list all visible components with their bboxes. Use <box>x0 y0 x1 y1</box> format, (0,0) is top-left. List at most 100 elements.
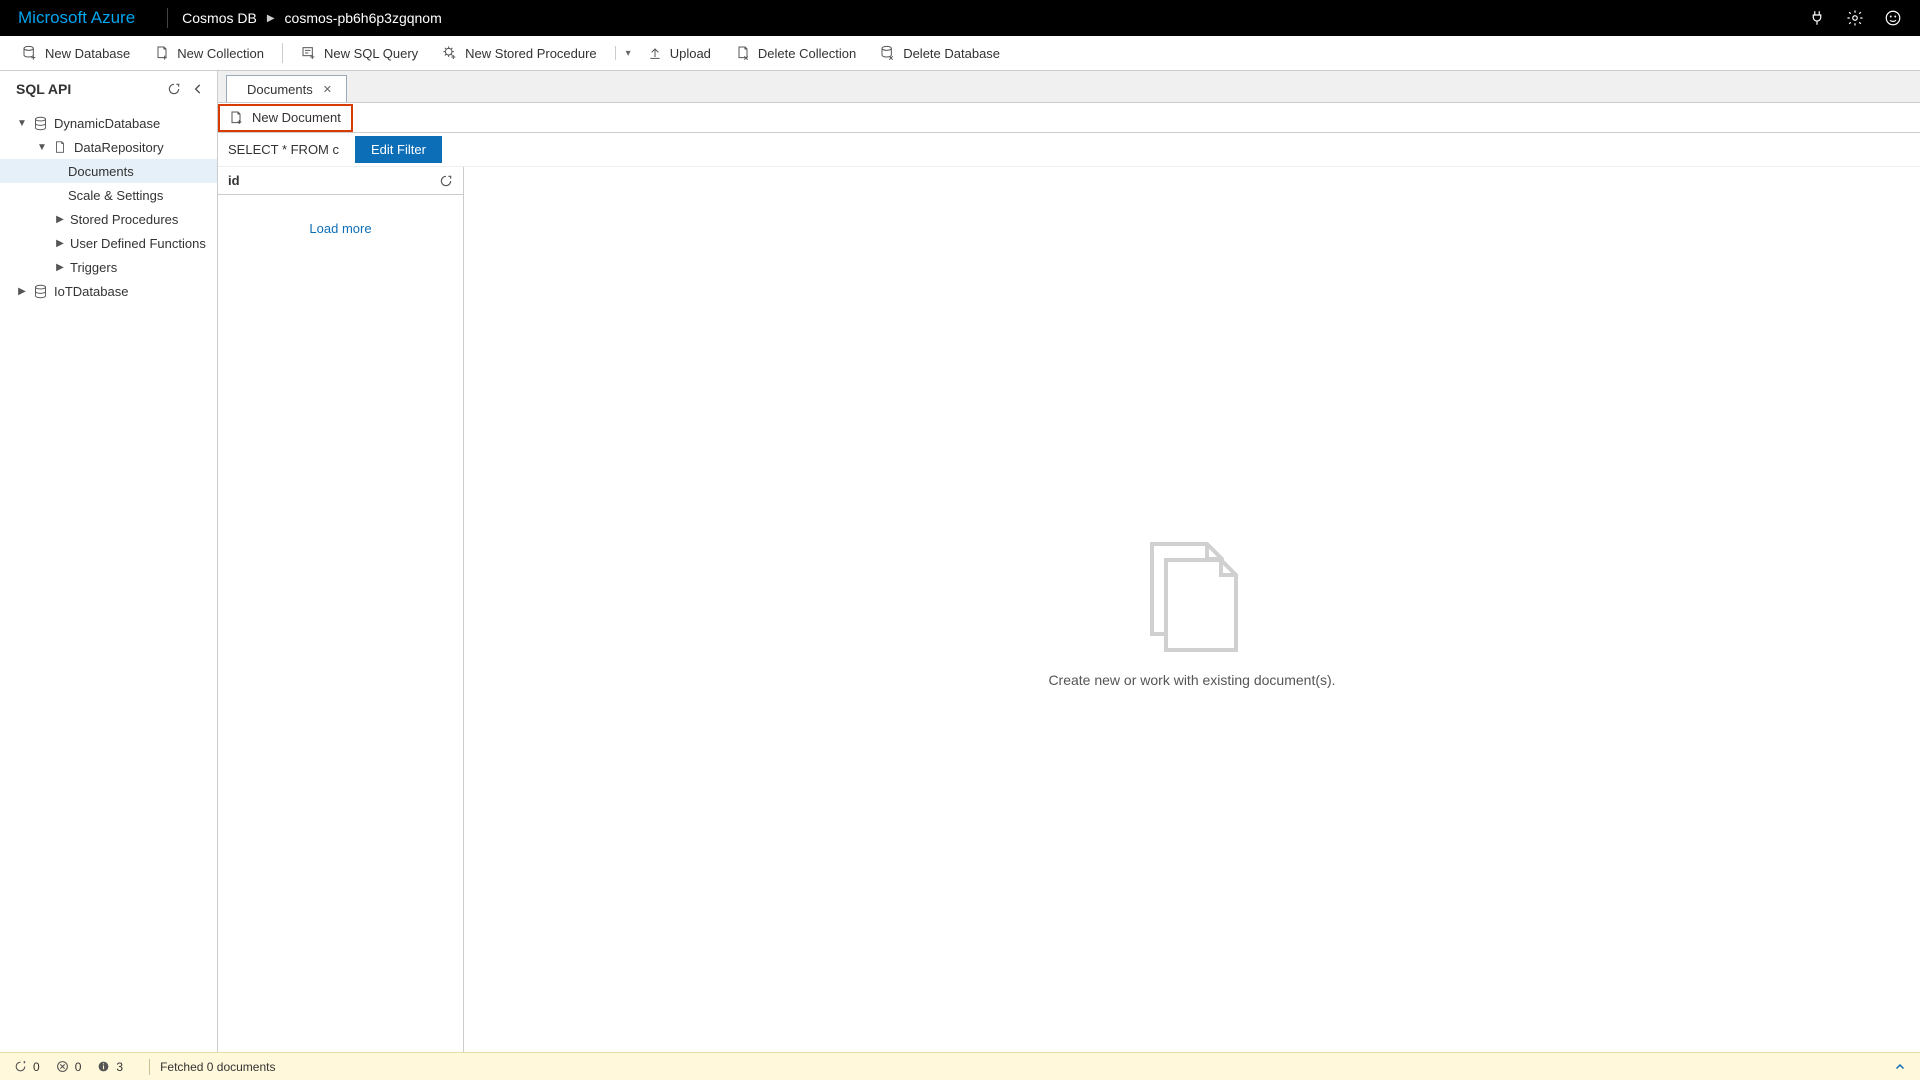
caret-right-icon: ▶ <box>54 237 66 249</box>
sidebar-title: SQL API <box>16 81 71 97</box>
upload-label: Upload <box>670 46 711 61</box>
info-icon <box>97 1060 110 1073</box>
toolbar-separator <box>615 46 616 60</box>
content-area: Documents ✕ New Document SELECT * FROM c… <box>218 71 1920 1052</box>
refresh-icon[interactable] <box>167 82 181 96</box>
collection-icon <box>52 139 68 155</box>
tree-item-scale-settings[interactable]: Scale & Settings <box>0 183 217 207</box>
close-icon[interactable]: ✕ <box>323 83 332 96</box>
tree-collection-label: DataRepository <box>74 140 164 155</box>
azure-brand[interactable]: Microsoft Azure <box>18 8 135 28</box>
sidebar-header: SQL API <box>0 71 217 107</box>
feedback-icon[interactable] <box>1884 9 1902 27</box>
expand-icon[interactable] <box>1894 1061 1906 1073</box>
new-stored-procedure-label: New Stored Procedure <box>465 46 597 61</box>
database-delete-icon <box>880 45 896 61</box>
status-error-count: 0 <box>75 1060 82 1074</box>
new-collection-label: New Collection <box>177 46 264 61</box>
database-icon <box>32 283 48 299</box>
tree-database-iotdatabase[interactable]: ▶ IoTDatabase <box>0 279 217 303</box>
tab-toolbar: New Document <box>218 103 1920 133</box>
new-sql-query-button[interactable]: New SQL Query <box>289 36 430 70</box>
gear-icon[interactable] <box>1846 9 1864 27</box>
caret-right-icon: ▶ <box>16 285 28 297</box>
load-more: Load more <box>218 195 463 236</box>
document-viewer: Create new or work with existing documen… <box>464 167 1920 1052</box>
collapse-icon[interactable] <box>191 82 205 96</box>
database-icon <box>32 115 48 131</box>
status-message: Fetched 0 documents <box>160 1060 275 1074</box>
documents-area: SELECT * FROM c Edit Filter id Load more <box>218 133 1920 1052</box>
new-document-button[interactable]: New Document <box>218 104 353 132</box>
caret-right-icon: ▶ <box>54 213 66 225</box>
status-separator <box>149 1059 150 1075</box>
tree-database-dynamicdatabase[interactable]: ▼ DynamicDatabase <box>0 111 217 135</box>
delete-collection-button[interactable]: Delete Collection <box>723 36 868 70</box>
query-text: SELECT * FROM c <box>228 142 339 157</box>
id-list-header: id <box>218 167 463 195</box>
error-icon <box>56 1060 69 1073</box>
tree-item-stored-procedures[interactable]: ▶ Stored Procedures <box>0 207 217 231</box>
tree-item-udf[interactable]: ▶ User Defined Functions <box>0 231 217 255</box>
resource-tree: ▼ DynamicDatabase ▼ DataRepository Docum… <box>0 107 217 307</box>
delete-database-label: Delete Database <box>903 46 1000 61</box>
tab-documents[interactable]: Documents ✕ <box>226 75 347 102</box>
status-sync-count: 0 <box>33 1060 40 1074</box>
documents-placeholder-icon <box>1132 532 1252 652</box>
breadcrumb-service[interactable]: Cosmos DB <box>182 10 257 26</box>
status-info[interactable]: 3 <box>97 1060 123 1074</box>
caret-down-icon: ▼ <box>16 117 28 129</box>
upload-icon <box>647 45 663 61</box>
caret-down-icon: ▼ <box>36 141 48 153</box>
status-info-count: 3 <box>116 1060 123 1074</box>
placeholder-text: Create new or work with existing documen… <box>1048 672 1335 688</box>
chevron-down-icon[interactable]: ▾ <box>626 48 631 59</box>
tree-item-label: Documents <box>68 164 134 179</box>
new-collection-button[interactable]: New Collection <box>142 36 276 70</box>
load-more-link[interactable]: Load more <box>309 221 371 236</box>
id-list-panel: id Load more <box>218 167 464 1052</box>
tree-item-documents[interactable]: Documents <box>0 159 217 183</box>
tree-item-label: Scale & Settings <box>68 188 163 203</box>
tree-database-label: DynamicDatabase <box>54 116 160 131</box>
delete-collection-label: Delete Collection <box>758 46 856 61</box>
sidebar: SQL API ▼ DynamicDatabase ▼ <box>0 71 218 1052</box>
new-database-label: New Database <box>45 46 130 61</box>
sproc-icon <box>442 45 458 61</box>
tree-item-label: Stored Procedures <box>70 212 178 227</box>
plug-icon[interactable] <box>1808 9 1826 27</box>
id-column-label: id <box>228 173 240 188</box>
sync-icon <box>14 1060 27 1073</box>
query-row: SELECT * FROM c Edit Filter <box>218 133 1920 167</box>
new-sql-query-label: New SQL Query <box>324 46 418 61</box>
tree-database-label: IoTDatabase <box>54 284 128 299</box>
tree-item-label: Triggers <box>70 260 117 275</box>
caret-right-icon: ▶ <box>54 261 66 273</box>
tabs-row: Documents ✕ <box>218 71 1920 103</box>
breadcrumb-resource[interactable]: cosmos-pb6h6p3zgqnom <box>285 10 442 26</box>
edit-filter-button[interactable]: Edit Filter <box>355 136 442 163</box>
collection-delete-icon <box>735 45 751 61</box>
database-add-icon <box>22 45 38 61</box>
new-database-button[interactable]: New Database <box>10 36 142 70</box>
delete-database-button[interactable]: Delete Database <box>868 36 1012 70</box>
tree-collection-datarepository[interactable]: ▼ DataRepository <box>0 135 217 159</box>
tab-label: Documents <box>247 82 313 97</box>
chevron-right-icon: ▶ <box>267 13 275 24</box>
command-bar: New Database New Collection New SQL Quer… <box>0 36 1920 71</box>
tree-item-triggers[interactable]: ▶ Triggers <box>0 255 217 279</box>
document-add-icon <box>228 110 244 126</box>
status-bar: 0 0 3 Fetched 0 documents <box>0 1052 1920 1080</box>
upload-button[interactable]: Upload <box>635 36 723 70</box>
status-sync[interactable]: 0 <box>14 1060 40 1074</box>
topbar-divider <box>167 8 168 28</box>
tree-item-label: User Defined Functions <box>70 236 206 251</box>
toolbar-separator <box>282 43 283 63</box>
query-icon <box>301 45 317 61</box>
new-stored-procedure-button[interactable]: New Stored Procedure <box>430 36 609 70</box>
status-errors[interactable]: 0 <box>56 1060 82 1074</box>
topbar: Microsoft Azure Cosmos DB ▶ cosmos-pb6h6… <box>0 0 1920 36</box>
refresh-icon[interactable] <box>439 174 453 188</box>
collection-add-icon <box>154 45 170 61</box>
new-document-label: New Document <box>252 110 341 125</box>
